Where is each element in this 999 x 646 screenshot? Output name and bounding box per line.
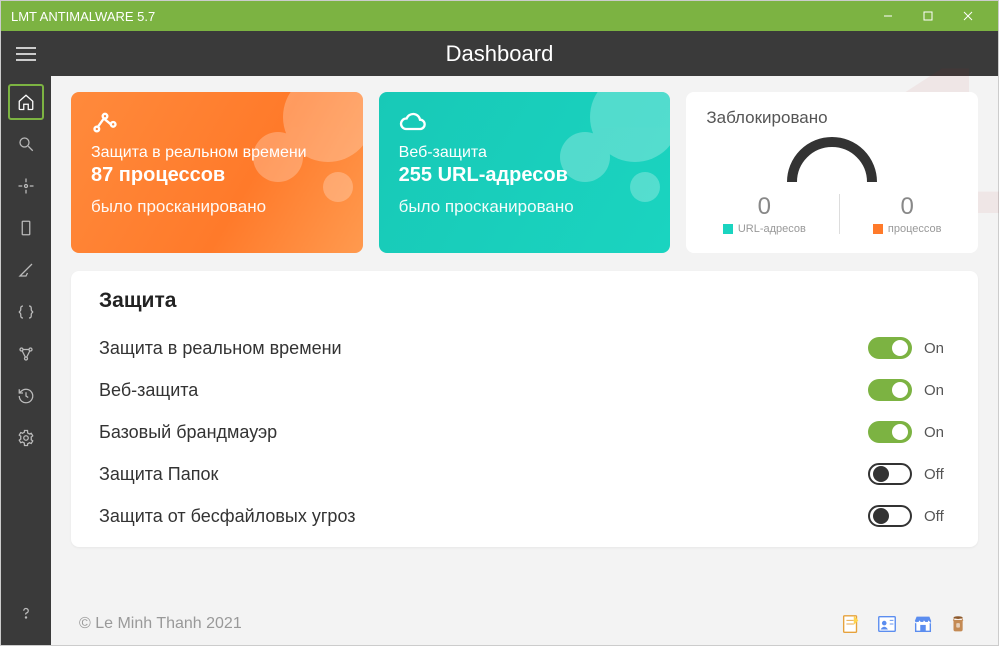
card-blocked-title: Заблокировано: [706, 108, 958, 128]
titlebar: LMT ANTIMALWARE 5.7: [1, 1, 998, 31]
braces-icon: [17, 303, 35, 321]
help-icon: [17, 604, 35, 622]
copyright: © Le Minh Thanh 2021: [79, 615, 242, 633]
divider: [839, 194, 840, 234]
swatch-teal: [723, 224, 733, 234]
sidebar-item-history[interactable]: [8, 378, 44, 414]
maximize-button[interactable]: [908, 1, 948, 31]
page-title: Dashboard: [51, 41, 948, 67]
history-icon: [17, 387, 35, 405]
home-icon: [17, 93, 35, 111]
sidebar-item-target[interactable]: [8, 168, 44, 204]
protection-row-fileless: Защита от бесфайловых угроз Off: [99, 495, 950, 537]
window-title: LMT ANTIMALWARE 5.7: [11, 9, 868, 24]
network-icon: [17, 345, 35, 363]
protection-row-web: Веб-защита On: [99, 369, 950, 411]
sidebar-item-help[interactable]: [8, 595, 44, 631]
search-icon: [17, 135, 35, 153]
protection-label: Базовый брандмауэр: [99, 422, 277, 443]
protection-label: Защита в реальном времени: [99, 338, 342, 359]
menu-button[interactable]: [1, 31, 51, 76]
toggle-state: Off: [924, 508, 950, 525]
minimize-button[interactable]: [868, 1, 908, 31]
toggle-state: On: [924, 382, 950, 399]
protection-label: Защита от бесфайловых угроз: [99, 506, 356, 527]
main-content: 1 Защита в реальном времени 87 процессов…: [51, 76, 998, 645]
sidebar-item-scan[interactable]: [8, 126, 44, 162]
card-realtime[interactable]: Защита в реальном времени 87 процессов б…: [71, 92, 363, 253]
contacts-icon[interactable]: [876, 613, 898, 635]
card-web[interactable]: Веб-защита 255 URL-адресов было проскани…: [379, 92, 671, 253]
close-button[interactable]: [948, 1, 988, 31]
coffee-icon[interactable]: [948, 613, 970, 635]
protection-label: Защита Папок: [99, 464, 218, 485]
gear-icon: [17, 429, 35, 447]
protection-row-realtime: Защита в реальном времени On: [99, 327, 950, 369]
sidebar-item-dashboard[interactable]: [8, 84, 44, 120]
footer: © Le Minh Thanh 2021: [71, 609, 978, 635]
protection-label: Веб-защита: [99, 380, 198, 401]
toggle-state: On: [924, 340, 950, 357]
protection-panel: Защита Защита в реальном времени On Веб-…: [71, 271, 978, 547]
blocked-urls: 0 URL-адресов: [723, 193, 806, 235]
device-icon: [17, 219, 35, 237]
swatch-orange: [873, 224, 883, 234]
toggle-firewall[interactable]: [868, 421, 912, 443]
broom-icon: [17, 261, 35, 279]
crosshair-icon: [17, 177, 35, 195]
blocked-procs: 0 процессов: [873, 193, 942, 235]
topbar: Dashboard: [1, 31, 998, 76]
toggle-web[interactable]: [868, 379, 912, 401]
protection-heading: Защита: [99, 289, 950, 313]
store-icon[interactable]: [912, 613, 934, 635]
sidebar-item-network[interactable]: [8, 336, 44, 372]
protection-row-folders: Защита Папок Off: [99, 453, 950, 495]
sidebar-item-settings[interactable]: [8, 420, 44, 456]
sidebar: [1, 76, 51, 645]
hamburger-icon: [16, 47, 36, 61]
toggle-state: Off: [924, 466, 950, 483]
sidebar-item-device[interactable]: [8, 210, 44, 246]
toggle-folders[interactable]: [868, 463, 912, 485]
gauge-icon: [777, 132, 887, 187]
blocked-urls-count: 0: [723, 193, 806, 221]
sidebar-item-code[interactable]: [8, 294, 44, 330]
toggle-realtime[interactable]: [868, 337, 912, 359]
card-realtime-sub: было просканировано: [91, 197, 343, 217]
protection-row-firewall: Базовый брандмауэр On: [99, 411, 950, 453]
toggle-state: On: [924, 424, 950, 441]
card-web-sub: было просканировано: [399, 197, 651, 217]
blocked-procs-count: 0: [873, 193, 942, 221]
toggle-fileless[interactable]: [868, 505, 912, 527]
notes-icon[interactable]: [840, 613, 862, 635]
card-blocked[interactable]: Заблокировано 0 URL-адресов 0 процессов: [686, 92, 978, 253]
sidebar-item-clean[interactable]: [8, 252, 44, 288]
